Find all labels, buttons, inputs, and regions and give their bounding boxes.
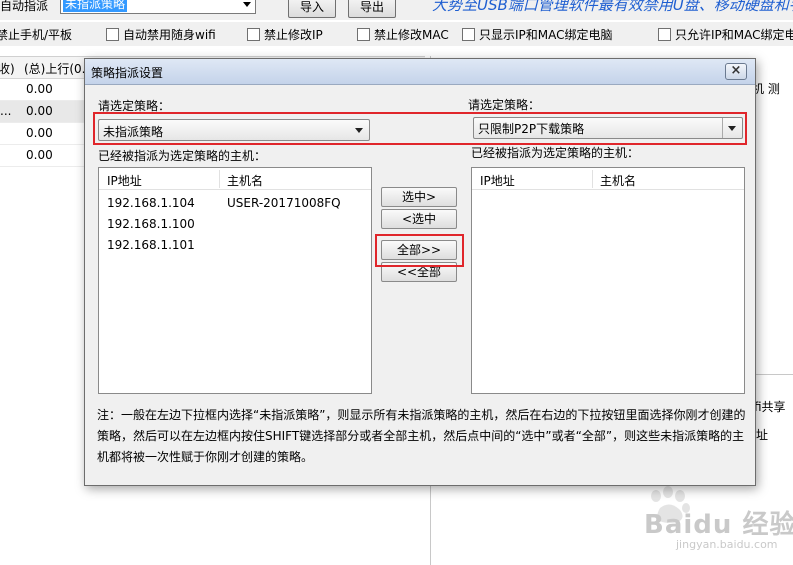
column-header-recv[interactable]: 收) — [0, 60, 15, 77]
checkbox-label: 禁止手机/平板 — [0, 28, 73, 42]
options-bar: 禁止手机/平板 自动禁用随身wifi 禁止修改IP 禁止修改MAC 只显示IP和… — [0, 22, 793, 46]
left-list-header: IP地址 主机名 — [99, 168, 371, 190]
select-to-right-button[interactable]: 选中> — [381, 187, 457, 207]
column-separator[interactable] — [219, 170, 220, 188]
host-name: USER-20171008FQ — [227, 196, 341, 210]
usage-note: 注：一般在左边下拉框内选择“未指派策略”，则显示所有未指派策略的主机，然后在右边… — [97, 408, 746, 464]
policy-assign-dialog: 策略指派设置 × 请选定策略： 未指派策略 已经被指派为选定策略的主机： IP地… — [84, 58, 756, 486]
checkbox-label: 自动禁用随身wifi — [123, 28, 216, 42]
right-assigned-label: 已经被指派为选定策略的主机： — [471, 146, 640, 160]
checkbox-label: 只显示IP和MAC绑定电脑 — [479, 28, 613, 42]
share-label: fi共享 — [754, 400, 786, 414]
right-list-header: IP地址 主机名 — [472, 168, 744, 190]
close-icon: × — [730, 63, 742, 78]
list-item[interactable]: 192.168.1.101 — [99, 236, 371, 256]
left-assigned-label: 已经被指派为选定策略的主机： — [98, 149, 267, 163]
column-header-hostname[interactable]: 主机名 — [600, 172, 636, 189]
host-ip: 192.168.1.101 — [107, 238, 195, 252]
dialog-titlebar[interactable]: 策略指派设置 × — [85, 59, 755, 85]
checkbox-box[interactable] — [106, 28, 119, 41]
checkbox-box[interactable] — [462, 28, 475, 41]
right-panel-header: 机 测 — [752, 82, 780, 96]
checkbox-allow-bound[interactable]: 只允许IP和MAC绑定电 — [658, 26, 793, 43]
auto-assign-label: 自动指派 — [0, 0, 49, 13]
close-button[interactable]: × — [725, 63, 747, 80]
checkbox-disable-wifi[interactable]: 自动禁用随身wifi — [106, 26, 216, 43]
highlight-box-all-button — [375, 234, 464, 267]
chevron-down-icon — [243, 2, 251, 7]
host-ip: 192.168.1.104 — [107, 196, 195, 210]
column-header-upload[interactable]: (总)上行(0. — [24, 60, 86, 77]
highlight-box-policy-selects — [93, 112, 747, 145]
checkbox-box[interactable] — [247, 28, 260, 41]
column-header-hostname[interactable]: 主机名 — [227, 172, 263, 189]
host-ip: 192.168.1.100 — [107, 217, 195, 231]
column-header-ip[interactable]: IP地址 — [107, 172, 142, 189]
checkbox-block-phone[interactable]: 禁止手机/平板 — [0, 26, 72, 43]
table-cell: 0.00 — [26, 104, 53, 118]
table-cell: 0.00 — [26, 148, 53, 162]
policy-select-value: 未指派策略 — [63, 0, 128, 12]
import-button[interactable]: 导入 — [288, 0, 336, 18]
left-host-list[interactable]: IP地址 主机名 192.168.1.104 USER-20171008FQ 1… — [98, 167, 372, 394]
export-button[interactable]: 导出 — [348, 0, 396, 18]
checkbox-box[interactable] — [357, 28, 370, 41]
dialog-title: 策略指派设置 — [91, 66, 164, 80]
list-item[interactable]: 192.168.1.104 USER-20171008FQ — [99, 194, 371, 214]
right-policy-label: 请选定策略： — [468, 98, 541, 112]
checkbox-label: 禁止修改MAC — [374, 28, 449, 42]
checkbox-box[interactable] — [658, 28, 671, 41]
watermark-url: jingyan.baidu.com — [676, 538, 778, 551]
watermark-text: Baidu 经验 — [644, 510, 793, 540]
policy-select[interactable]: 未指派策略 — [60, 0, 256, 14]
list-item[interactable]: 192.168.1.100 — [99, 215, 371, 235]
divider — [750, 374, 793, 375]
column-header-ip[interactable]: IP地址 — [480, 172, 515, 189]
table-cell: 0.00 — [26, 82, 53, 96]
column-separator[interactable] — [592, 170, 593, 188]
banner-text: 大势至USB端口管理软件最有效禁用U盘、移动硬盘和手机 — [432, 0, 793, 14]
table-cell: ... — [0, 104, 12, 118]
checkbox-show-bound[interactable]: 只显示IP和MAC绑定电脑 — [462, 26, 613, 43]
checkbox-label: 只允许IP和MAC绑定电 — [675, 28, 793, 42]
top-toolbar: 自动指派 未指派策略 导入 导出 大势至USB端口管理软件最有效禁用U盘、移动硬… — [0, 0, 793, 20]
checkbox-block-mac[interactable]: 禁止修改MAC — [357, 26, 449, 43]
checkbox-block-ip[interactable]: 禁止修改IP — [247, 26, 323, 43]
share-sub-label: 址 — [756, 428, 769, 442]
select-to-left-button[interactable]: <选中 — [381, 209, 457, 229]
right-host-list[interactable]: IP地址 主机名 — [471, 167, 745, 394]
table-cell: 0.00 — [26, 126, 53, 140]
checkbox-label: 禁止修改IP — [264, 28, 323, 42]
